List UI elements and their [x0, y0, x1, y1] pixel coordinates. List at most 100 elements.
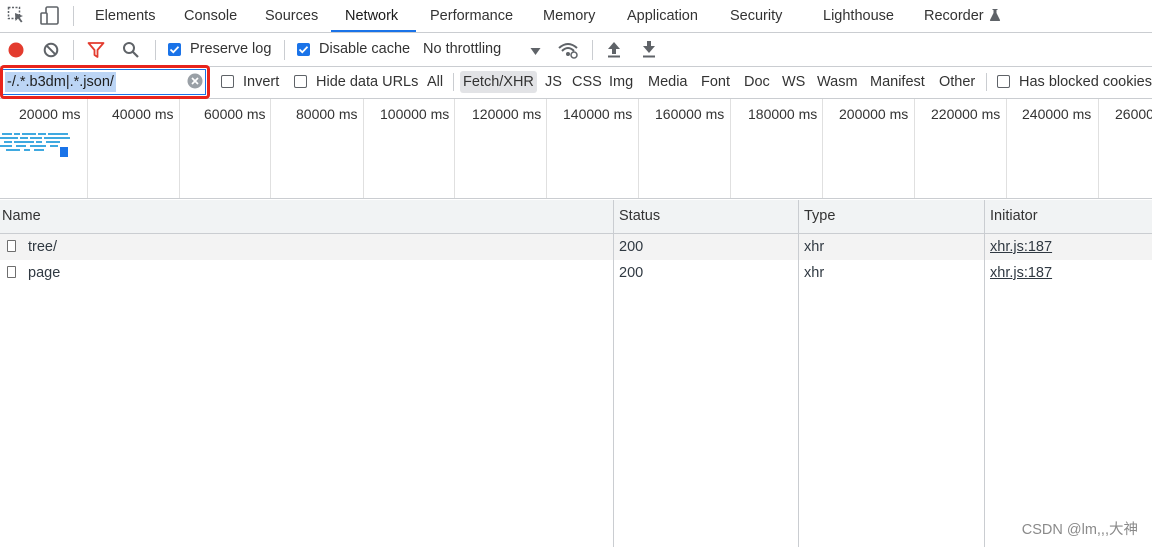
type-filter-media[interactable]: Media: [648, 71, 688, 93]
request-type: xhr: [804, 239, 825, 255]
disable-cache-label: Disable cache: [319, 41, 411, 57]
overview-tick-label: 220000 ms: [931, 106, 1001, 122]
tab-recorder[interactable]: Recorder: [924, 0, 984, 32]
overview-grid-line: [822, 99, 823, 198]
overview-grid-line: [454, 99, 455, 198]
column-header-initiator[interactable]: Initiator: [990, 208, 1038, 224]
request-type: xhr: [804, 265, 825, 281]
overview-request-bars: [0, 131, 74, 159]
tab-network-underline: [331, 30, 416, 32]
request-name: tree/: [28, 239, 58, 255]
type-filter-img[interactable]: Img: [609, 71, 633, 93]
type-filter-wasm[interactable]: Wasm: [817, 71, 858, 93]
filter-icon[interactable]: [87, 41, 105, 59]
has-blocked-cookies-label: Has blocked cookies: [1019, 74, 1152, 90]
clear-button[interactable]: [43, 42, 59, 58]
invert-label: Invert: [243, 74, 280, 90]
tab-application[interactable]: Application: [627, 0, 698, 32]
tab-memory[interactable]: Memory: [543, 0, 595, 32]
overview-tick-label: 160000 ms: [655, 106, 725, 122]
annotation-highlight-box: [0, 65, 210, 99]
search-icon[interactable]: [122, 41, 140, 59]
toolbar-divider: [986, 73, 987, 91]
overview-tick-label: 180000 ms: [748, 106, 818, 122]
overview-grid-line: [363, 99, 364, 198]
toolbar-divider: [453, 73, 454, 91]
table-row[interactable]: [0, 234, 1152, 260]
overview-grid-line: [914, 99, 915, 198]
overview-grid-line: [638, 99, 639, 198]
overview-grid-line: [87, 99, 88, 198]
table-row[interactable]: [0, 260, 1152, 286]
type-filter-other[interactable]: Other: [939, 71, 975, 93]
overview-tick-label: 120000 ms: [472, 106, 542, 122]
overview-tick-label: 240000 ms: [1022, 106, 1092, 122]
type-filter-manifest[interactable]: Manifest: [870, 71, 925, 93]
tab-network[interactable]: Network: [345, 0, 398, 32]
type-filter-font[interactable]: Font: [701, 71, 730, 93]
tab-elements[interactable]: Elements: [95, 0, 155, 32]
tab-performance[interactable]: Performance: [430, 0, 513, 32]
overview-grid-line: [546, 99, 547, 198]
overview-tick-label: 60000 ms: [204, 106, 266, 122]
overview-grid-line: [179, 99, 180, 198]
column-header-type[interactable]: Type: [804, 208, 835, 224]
tab-lighthouse[interactable]: Lighthouse: [823, 0, 894, 32]
column-header-status[interactable]: Status: [619, 208, 660, 224]
tab-console[interactable]: Console: [184, 0, 237, 32]
invert-checkbox[interactable]: [221, 75, 234, 88]
device-toolbar-icon[interactable]: [39, 5, 61, 27]
overview-grid-line: [270, 99, 271, 198]
hide-data-urls-label: Hide data URLs: [316, 74, 419, 90]
experiment-flask-icon: [989, 8, 1001, 22]
disable-cache-checkbox[interactable]: [297, 43, 310, 56]
overview-grid-line: [1006, 99, 1007, 198]
overview-tick-label: 40000 ms: [112, 106, 174, 122]
type-filter-all[interactable]: All: [427, 71, 443, 93]
preserve-log-checkbox[interactable]: [168, 43, 181, 56]
column-divider[interactable]: [984, 200, 985, 547]
type-filter-js[interactable]: JS: [545, 71, 562, 93]
overview-tick-label: 26000: [1115, 106, 1152, 122]
type-filter-doc[interactable]: Doc: [744, 71, 770, 93]
toolbar-divider: [284, 40, 285, 60]
overview-tick-label: 200000 ms: [839, 106, 909, 122]
network-conditions-icon[interactable]: [557, 40, 579, 60]
overview-grid-line: [1098, 99, 1099, 198]
toolbar-divider: [155, 40, 156, 60]
watermark: CSDN @lm,,,大神: [1021, 522, 1138, 538]
record-button[interactable]: [8, 42, 24, 58]
overview-tick-label: 140000 ms: [563, 106, 633, 122]
column-divider[interactable]: [613, 200, 614, 547]
inspect-element-icon[interactable]: [6, 5, 26, 25]
type-filter-css[interactable]: CSS: [572, 71, 602, 93]
toolbar-divider: [592, 40, 593, 60]
request-name: page: [28, 265, 61, 281]
tab-sources[interactable]: Sources: [265, 0, 318, 32]
document-icon: [7, 240, 16, 252]
tab-security[interactable]: Security: [730, 0, 782, 32]
overview-tick-label: 80000 ms: [296, 106, 358, 122]
has-blocked-cookies-checkbox[interactable]: [997, 75, 1010, 88]
request-status: 200: [619, 265, 644, 281]
toolbar-divider: [73, 40, 74, 60]
request-initiator-link[interactable]: xhr.js:187: [990, 265, 1052, 281]
overview-tick-label: 100000 ms: [380, 106, 450, 122]
import-har-icon[interactable]: [606, 40, 622, 58]
column-divider[interactable]: [798, 200, 799, 547]
overview-tick-label: 20000 ms: [19, 106, 81, 122]
throttling-select[interactable]: No throttling: [423, 41, 501, 57]
preserve-log-label: Preserve log: [190, 41, 272, 57]
hide-data-urls-checkbox[interactable]: [294, 75, 307, 88]
toolbar-divider: [73, 6, 74, 26]
overview-grid-line: [730, 99, 731, 198]
type-filter-ws[interactable]: WS: [782, 71, 805, 93]
request-status: 200: [619, 239, 644, 255]
chevron-down-icon[interactable]: [530, 44, 541, 55]
export-har-icon[interactable]: [641, 40, 657, 58]
request-initiator-link[interactable]: xhr.js:187: [990, 239, 1052, 255]
column-header-name[interactable]: Name: [2, 208, 41, 224]
type-filter-fetch-xhr[interactable]: Fetch/XHR: [460, 71, 537, 93]
request-table-header: [0, 200, 1152, 234]
document-icon: [7, 266, 16, 278]
